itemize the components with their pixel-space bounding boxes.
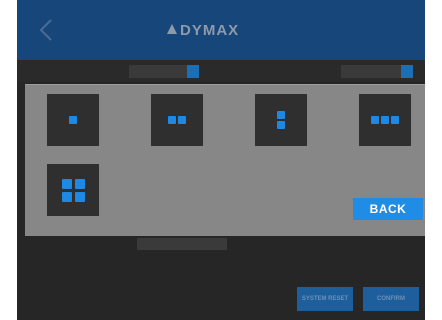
- language-select[interactable]: [129, 65, 199, 78]
- two-vertical-view-icon: [277, 111, 285, 129]
- back-button[interactable]: BACK: [353, 198, 423, 220]
- layout-picker-dialog: BACK: [25, 84, 441, 236]
- background-setting-row: [25, 238, 227, 250]
- settings-row: [17, 60, 425, 82]
- page-margin: [425, 0, 442, 320]
- units-select[interactable]: [341, 65, 413, 78]
- layout-cell-icon: [61, 178, 72, 189]
- layout-option-two-horizontal[interactable]: [151, 94, 203, 146]
- layout-cell-icon: [277, 121, 285, 129]
- confirm-button[interactable]: CONFIRM: [363, 287, 419, 311]
- header-bar: DYMAX: [17, 0, 425, 60]
- layout-cell-icon: [61, 191, 72, 202]
- single-view-icon: [69, 116, 77, 124]
- system-reset-button[interactable]: SYSTEM RESET: [297, 287, 353, 311]
- layout-cell-icon: [381, 116, 389, 124]
- layout-option-three[interactable]: [359, 94, 411, 146]
- chevron-left-icon: [39, 19, 52, 41]
- layout-cell-icon: [178, 116, 186, 124]
- layout-cell-icon: [69, 116, 77, 124]
- layout-option-single[interactable]: [47, 94, 99, 146]
- two-horizontal-view-icon: [168, 116, 186, 124]
- layout-cell-icon: [391, 116, 399, 124]
- layout-option-two-vertical[interactable]: [255, 94, 307, 146]
- layout-cell-icon: [74, 191, 85, 202]
- quad-view-icon: [61, 178, 85, 202]
- layout-cell-icon: [168, 116, 176, 124]
- logo-mark-icon: [167, 24, 177, 34]
- logo-text: DYMAX: [180, 21, 240, 39]
- layout-cell-icon: [277, 111, 285, 119]
- layout-cell-icon: [74, 178, 85, 189]
- brand-logo: DYMAX: [167, 16, 287, 44]
- layout-cell-icon: [371, 116, 379, 124]
- language-select-button[interactable]: [187, 65, 199, 78]
- three-horizontal-view-icon: [371, 116, 399, 124]
- back-nav-button[interactable]: [35, 17, 57, 43]
- units-select-button[interactable]: [401, 65, 413, 78]
- background-setting-field[interactable]: [137, 238, 227, 250]
- layout-option-quad[interactable]: [47, 164, 99, 216]
